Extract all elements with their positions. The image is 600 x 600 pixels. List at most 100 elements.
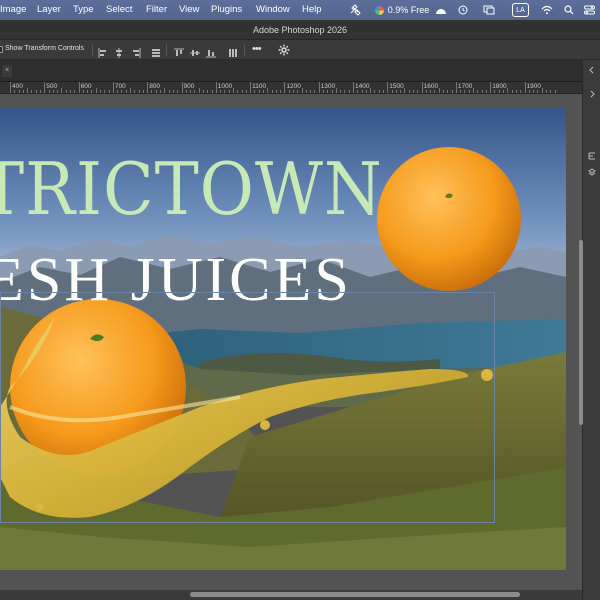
ruler-major-tick [318,82,320,93]
ruler-major-tick [284,82,286,93]
headline-trictown[interactable]: TRICTOWN [0,153,383,225]
user-badge[interactable]: LA [512,3,529,17]
align-left-icon[interactable] [98,45,108,58]
ruler-minor-tick [314,90,316,93]
right-panel-strip [582,60,600,600]
menu-view[interactable]: View [179,4,199,15]
panel-layers-icon[interactable] [588,168,597,177]
ruler-label: 500 [46,83,58,90]
menu-plugins[interactable]: Plugins [211,4,242,15]
ruler-minor-tick [57,90,59,93]
align-stack-icon[interactable] [151,45,161,57]
ruler-minor-tick [258,90,260,93]
ruler-minor-tick [438,88,440,93]
ruler-minor-tick [74,90,76,93]
ruler-minor-tick [271,90,273,93]
ruler-minor-tick [70,90,72,93]
ruler-minor-tick [245,90,247,93]
gear-icon[interactable] [278,43,290,56]
ruler-label: 1000 [217,83,233,90]
ruler-minor-tick [288,90,290,93]
ruler-minor-tick [494,90,496,93]
more-options-button[interactable]: ••• [252,43,262,55]
distribute-icon[interactable] [228,45,238,57]
satellite-icon[interactable] [348,3,362,17]
menu-image[interactable]: Image [0,4,26,15]
ruler-minor-tick [254,90,256,93]
ruler-minor-tick [408,90,410,93]
ruler-minor-tick [327,90,329,93]
document-canvas[interactable]: TRICTOWN ESH JUICES [0,107,566,570]
menu-type[interactable]: Type [73,4,94,15]
ruler-minor-tick [125,90,127,93]
show-transform-label[interactable]: Show Transform Controls [5,45,84,52]
ruler-minor-tick [65,90,67,93]
memory-status[interactable]: 0.9% Free [374,3,430,17]
ruler-minor-tick [391,90,393,93]
ruler-minor-tick [348,90,350,93]
show-transform-checkbox[interactable] [0,46,3,53]
ruler-minor-tick [310,90,312,93]
ruler-label: 1600 [423,83,439,90]
panel-label-e-icon[interactable] [588,152,597,161]
ruler-minor-tick [134,90,136,93]
ruler-minor-tick [151,90,153,93]
panel-collapse-icon[interactable] [588,66,597,75]
ruler-minor-tick [340,90,342,93]
tab-close-button[interactable]: × [2,65,12,77]
menu-filter[interactable]: Filter [146,4,167,15]
ruler-minor-tick [224,90,226,93]
clock-icon[interactable] [456,3,470,17]
ruler-minor-tick [275,90,277,93]
ruler-minor-tick [335,88,337,93]
ruler-major-tick [44,82,46,93]
ruler-minor-tick [100,90,102,93]
ruler-minor-tick [241,90,243,93]
options-divider [92,44,93,56]
ruler-minor-tick [395,90,397,93]
ruler-minor-tick [365,90,367,93]
screen-mirror-icon[interactable] [482,3,496,17]
ruler-minor-tick [164,88,166,93]
ruler-minor-tick [202,90,204,93]
window-title-bar: Adobe Photoshop 2026 [0,20,600,40]
layer-selection-bounds[interactable] [0,292,495,523]
ruler-minor-tick [434,90,436,93]
ruler-minor-tick [61,88,63,93]
ruler-minor-tick [468,90,470,93]
ruler-minor-tick [194,90,196,93]
weather-icon[interactable] [434,3,448,17]
ruler-minor-tick [232,88,234,93]
vertical-scrollbar[interactable] [579,240,583,425]
align-top-icon[interactable] [174,45,184,56]
ruler-minor-tick [503,90,505,93]
ruler-minor-tick [22,90,24,93]
wifi-icon[interactable] [540,3,554,17]
horizontal-scrollbar[interactable] [190,592,520,597]
ruler-minor-tick [537,90,539,93]
ruler-minor-tick [237,90,239,93]
ruler-minor-tick [108,90,110,93]
align-bottom-icon[interactable] [206,45,216,58]
ruler-label: 400 [12,83,23,90]
search-icon[interactable] [563,3,575,17]
ruler-minor-tick [220,90,222,93]
ruler-major-tick [10,82,11,93]
ruler-minor-tick [443,90,445,93]
ruler-minor-tick [528,90,530,93]
panel-expand-icon[interactable] [588,90,597,99]
menu-window[interactable]: Window [256,4,290,15]
menu-help[interactable]: Help [302,4,322,15]
ruler-minor-tick [121,90,123,93]
align-vertical-center-icon[interactable] [190,45,200,56]
menu-layer[interactable]: Layer [37,4,61,15]
align-horizontal-center-icon[interactable] [114,45,124,58]
ruler-minor-tick [357,90,359,93]
ruler-minor-tick [267,88,269,93]
control-center-icon[interactable] [583,3,595,17]
menu-select[interactable]: Select [106,4,132,15]
ruler-minor-tick [142,90,144,93]
canvas-area[interactable]: TRICTOWN ESH JUICES [0,94,582,590]
align-right-icon[interactable] [131,45,141,58]
ruler-minor-tick [297,90,299,93]
